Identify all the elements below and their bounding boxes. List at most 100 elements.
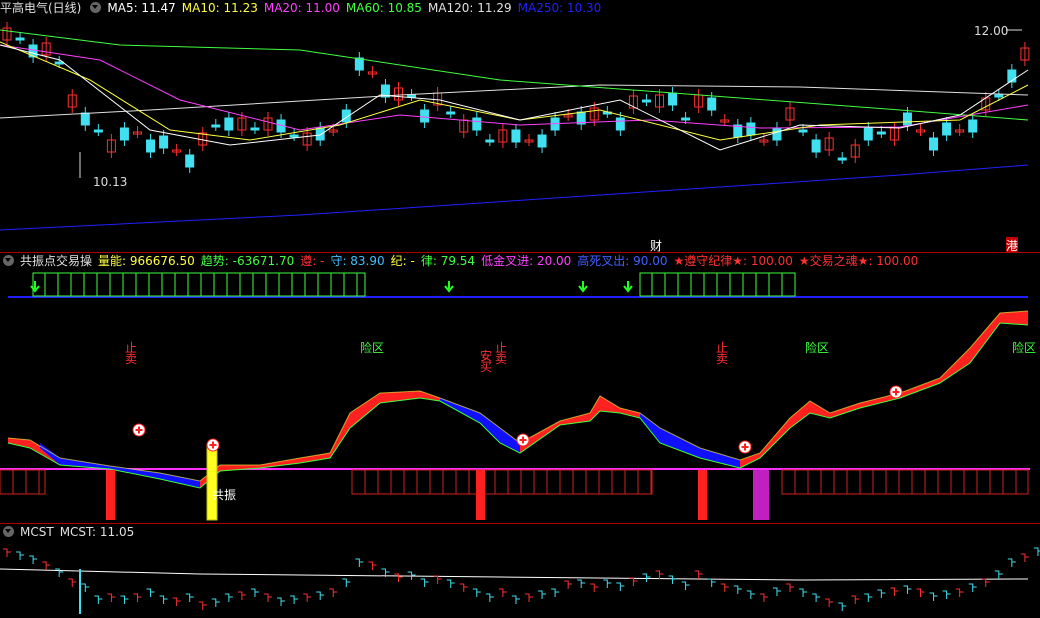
indicator-name: 共振点交易操	[20, 254, 93, 268]
indicator-label-3: 守: 83.90	[330, 254, 385, 268]
event-caibao-marker[interactable]: 财	[650, 237, 662, 252]
mcst-bar	[772, 587, 781, 596]
mcst-bar	[603, 579, 612, 588]
ma10-line	[0, 41, 1029, 141]
candle-body	[641, 99, 651, 103]
mcst-line	[0, 568, 1029, 581]
candle-body	[15, 37, 25, 41]
candle-body	[407, 94, 417, 98]
indicator-menu-icon[interactable]	[90, 2, 102, 13]
indicator-label-4: 纪: -	[390, 254, 415, 268]
mcst-bar	[42, 561, 51, 570]
xianqu-label-3: 险区	[1012, 341, 1037, 355]
xianqu-label-1: 险区	[360, 341, 385, 355]
ma60-line	[0, 29, 1029, 121]
mcst-bar	[525, 593, 533, 602]
mcst-bar	[29, 555, 38, 564]
mcst-bar	[433, 575, 442, 584]
ma120-line	[0, 84, 1029, 119]
mcst-bar	[394, 573, 403, 582]
mcst-bar	[994, 570, 1003, 579]
indicator-menu-icon-2[interactable]	[3, 255, 14, 266]
candle-body	[681, 117, 691, 121]
mcst-bar	[355, 558, 364, 567]
mcst-bar	[929, 592, 938, 601]
zhimai-label-1: 止卖	[125, 341, 138, 366]
mcst-bar	[81, 583, 90, 592]
indicator-label-9: ★交易之魂★: 100.00	[798, 254, 919, 268]
mcst-bar	[498, 588, 507, 597]
mcst-bar	[890, 587, 899, 596]
candle-body	[485, 139, 495, 143]
mcst-bar	[107, 593, 116, 602]
mcst-bar	[538, 590, 547, 599]
ma-label-2: MA20: 11.00	[263, 1, 340, 15]
xianqu-label-2: 险区	[805, 341, 830, 355]
indicator-menu-icon-3[interactable]	[3, 526, 14, 537]
candle-body	[902, 112, 912, 126]
kline-pane[interactable]: 平高电气(日线) MA5: 11.47 MA10: 11.23 MA20: 11.00…	[0, 0, 1040, 252]
mcst-value: MCST: 11.05	[59, 525, 135, 539]
mcst-chart[interactable]	[0, 524, 1040, 618]
ma-label-0: MA5: 11.47	[107, 1, 176, 15]
ma250-line	[0, 164, 1029, 231]
candle-body	[537, 134, 547, 148]
mcst-bar	[133, 593, 142, 602]
candle-body	[420, 109, 430, 123]
mcst-bar	[185, 593, 194, 602]
event-gang-marker[interactable]: 港	[1006, 237, 1019, 252]
mcst-bar	[838, 602, 847, 611]
mcst-bar	[955, 588, 964, 597]
ma-labels: MA5: 11.47 MA10: 11.23 MA20: 11.00 MA60: 10…	[107, 1, 607, 15]
mcst-bar	[485, 593, 494, 602]
mcst-bar	[916, 588, 925, 597]
mcst-bar	[694, 570, 703, 579]
mcst-bar	[668, 575, 677, 584]
down-arrow-icon	[578, 281, 588, 293]
mcst-bar	[903, 585, 912, 594]
candle-body	[446, 111, 456, 115]
mcst-bar	[590, 583, 599, 592]
indicator-label-2: 遵: -	[300, 254, 325, 268]
mcst-bar	[3, 548, 11, 557]
candle-body	[472, 117, 482, 131]
mcst-bar	[264, 593, 272, 602]
candle-body	[289, 134, 299, 138]
indicator-pane[interactable]: 共振点交易操 量能: 966676.50 趋势: -63671.70 遵: - 守: 8…	[0, 253, 1040, 523]
trend-ribbon-down	[640, 413, 740, 468]
candle-body	[80, 112, 90, 126]
trend-line-lower	[7, 322, 1029, 489]
mcst-bar	[812, 593, 821, 602]
candle-body	[668, 92, 678, 106]
ma-label-4: MA120: 11.29	[427, 1, 512, 15]
mcst-bar	[146, 588, 155, 597]
mcst-bar	[799, 588, 808, 597]
gongzhen-bar	[206, 444, 218, 521]
indicator-chart[interactable]	[0, 253, 1040, 523]
mcst-bar	[681, 581, 690, 590]
mcst-bar	[120, 595, 129, 604]
indicator-labels: 量能: 966676.50 趋势: -63671.70 遵: - 守: 83.90 纪:…	[98, 254, 924, 268]
candle-body	[968, 119, 978, 133]
mcst-bar	[237, 591, 246, 600]
mcst-bar	[968, 583, 977, 592]
signal-strip-1	[32, 272, 366, 297]
mcst-bar	[942, 590, 951, 599]
kline-chart[interactable]	[0, 0, 1040, 252]
ma20-line	[0, 44, 1029, 131]
mcst-bar	[211, 598, 220, 607]
mcst-pane[interactable]: MCST MCST: 11.05	[0, 524, 1040, 618]
mcst-bar	[707, 578, 716, 587]
mcst-bar	[511, 595, 520, 604]
mcst-bar	[577, 579, 586, 588]
indicator-label-8: ★遵守纪律★: 100.00	[673, 254, 793, 268]
candle-body	[811, 139, 821, 153]
mcst-bar	[733, 585, 742, 594]
candle-body	[942, 122, 952, 136]
mcst-bar	[342, 578, 351, 587]
low-price-marker: 10.13	[93, 175, 128, 189]
mcst-name: MCST	[20, 525, 54, 539]
mcst-bar	[877, 589, 886, 598]
candle-body	[876, 131, 886, 135]
ma-label-5: MA250: 10.30	[517, 1, 602, 15]
